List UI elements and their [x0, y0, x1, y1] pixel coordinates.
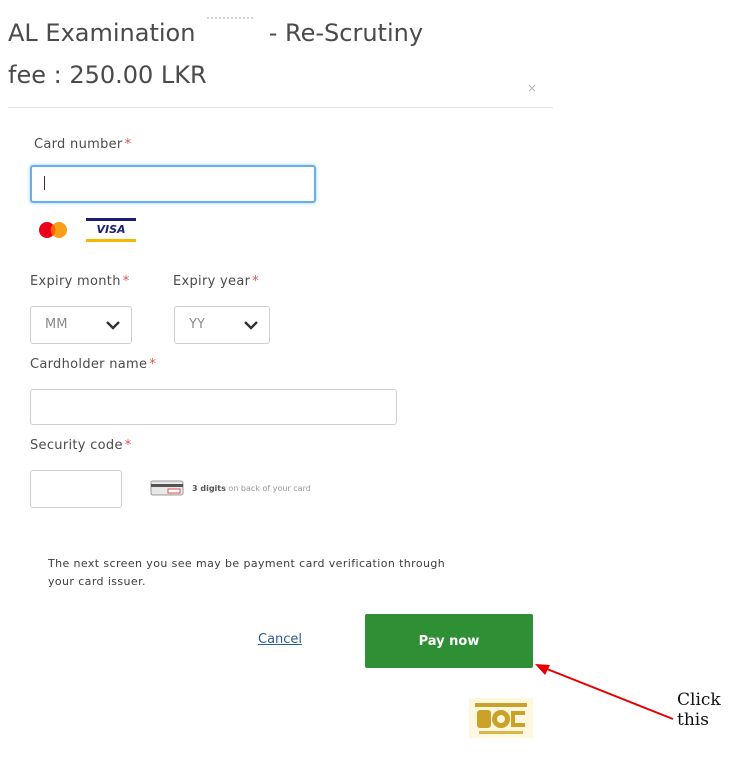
redacted-year	[203, 17, 262, 45]
card-back-icon	[150, 480, 184, 496]
chevron-down-icon	[244, 321, 258, 330]
security-code-input[interactable]	[30, 470, 122, 508]
expiry-month-value: MM	[45, 317, 68, 332]
verification-notice: The next screen you see may be payment c…	[48, 557, 446, 588]
title-prefix: AL Examination	[8, 19, 196, 47]
pay-now-button[interactable]: Pay now	[365, 614, 533, 668]
callout-arrow-icon	[535, 664, 674, 720]
cardholder-name-label: Cardholder name *	[30, 357, 157, 372]
expiry-year-label: Expiry year *	[173, 274, 260, 289]
card-number-input[interactable]	[30, 165, 316, 203]
cardholder-name-input[interactable]	[30, 389, 397, 425]
cancel-link[interactable]: Cancel	[258, 632, 302, 647]
header-divider	[8, 107, 553, 108]
fee-amount: fee : 250.00 LKR	[8, 61, 207, 89]
expiry-month-label: Expiry month *	[30, 274, 130, 289]
dialog-title: AL Examination - Re-Scrutiny fee : 250.0…	[8, 12, 528, 96]
visa-icon: VISA	[86, 218, 136, 242]
expiry-year-value: YY	[189, 317, 205, 332]
expiry-month-select[interactable]: MM	[30, 306, 132, 344]
callout-text: Click this	[677, 690, 721, 730]
cvv-hint: 3 digits on back of your card	[192, 484, 311, 493]
security-code-label: Security code *	[30, 438, 132, 453]
text-caret	[44, 176, 45, 190]
mastercard-icon	[39, 222, 67, 238]
close-icon[interactable]: ×	[527, 81, 537, 95]
bank-logo-icon	[469, 698, 533, 738]
title-suffix: - Re-Scrutiny	[268, 19, 424, 47]
expiry-year-select[interactable]: YY	[174, 306, 270, 344]
card-number-label: Card number *	[34, 137, 132, 152]
chevron-down-icon	[106, 321, 120, 330]
